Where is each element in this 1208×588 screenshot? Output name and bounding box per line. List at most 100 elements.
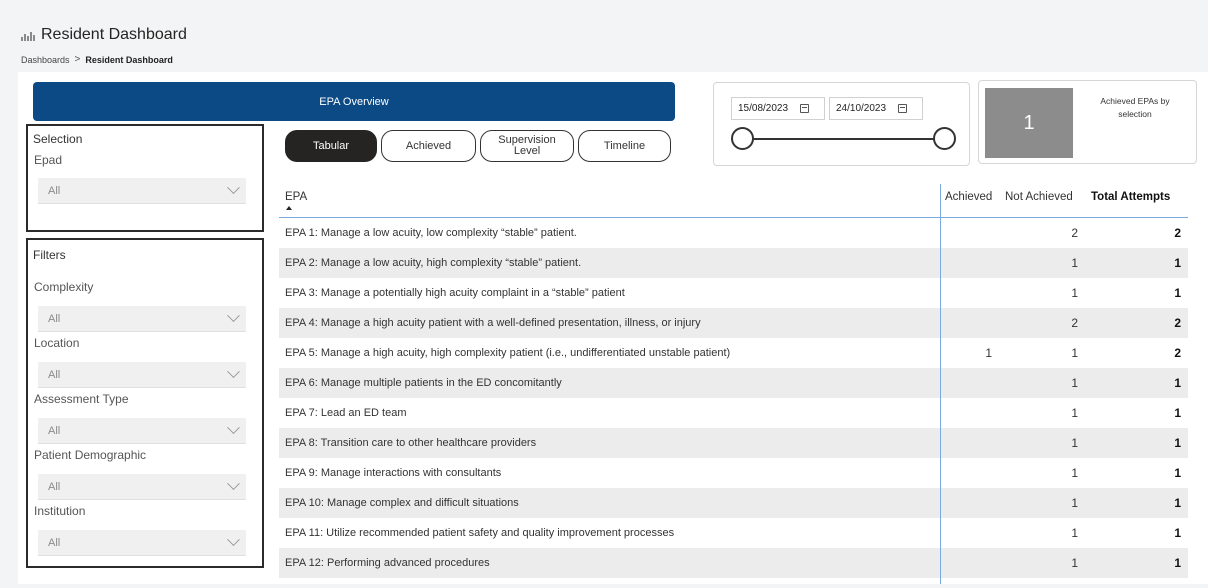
- end-date-value: 24/10/2023: [836, 103, 887, 114]
- epad-dropdown[interactable]: All: [38, 178, 246, 204]
- table-row[interactable]: EPA 4: Manage a high acuity patient with…: [279, 308, 1188, 338]
- date-slider-start-handle[interactable]: [731, 127, 754, 150]
- chevron-down-icon: [227, 477, 240, 491]
- assessment-type-label: Assessment Type: [34, 392, 129, 406]
- table-body: EPA 1: Manage a low acuity, low complexi…: [279, 218, 1188, 578]
- not-achieved-cell: 1: [1071, 526, 1078, 540]
- table-row[interactable]: EPA 12: Performing advanced procedures 1 1: [279, 548, 1188, 578]
- achieved-cell: [943, 458, 992, 488]
- total-attempts-cell: 2: [1174, 226, 1181, 240]
- achieved-cell: [943, 398, 992, 428]
- not-achieved-cell: 1: [1071, 436, 1078, 450]
- achieved-cell: [943, 308, 992, 338]
- patient-demographic-dropdown[interactable]: All: [38, 474, 246, 500]
- not-achieved-cell: 2: [1071, 226, 1078, 240]
- title-row: Resident Dashboard: [21, 26, 187, 44]
- location-dropdown[interactable]: All: [38, 362, 246, 388]
- table-row[interactable]: EPA 6: Manage multiple patients in the E…: [279, 368, 1188, 398]
- achieved-cell: [943, 488, 992, 518]
- date-slider-end-handle[interactable]: [933, 127, 956, 150]
- calendar-icon: [898, 104, 908, 113]
- epa-cell: EPA 6: Manage multiple patients in the E…: [285, 377, 562, 389]
- total-attempts-cell: 1: [1174, 256, 1181, 270]
- epa-cell: EPA 5: Manage a high acuity, high comple…: [285, 347, 731, 359]
- not-achieved-cell: 1: [1071, 496, 1078, 510]
- epa-cell: EPA 3: Manage a potentially high acuity …: [285, 287, 625, 299]
- total-attempts-cell: 1: [1174, 406, 1181, 420]
- not-achieved-cell: 1: [1071, 256, 1078, 270]
- complexity-dropdown[interactable]: All: [38, 306, 246, 332]
- tab-supervision-level[interactable]: Supervision Level: [480, 130, 574, 162]
- achieved-cell: [943, 368, 992, 398]
- table-row[interactable]: EPA 2: Manage a low acuity, high complex…: [279, 248, 1188, 278]
- table-row[interactable]: EPA 10: Manage complex and difficult sit…: [279, 488, 1188, 518]
- total-attempts-cell: 1: [1174, 526, 1181, 540]
- institution-label: Institution: [34, 504, 86, 518]
- epad-label: Epad: [34, 153, 63, 167]
- epa-cell: EPA 1: Manage a low acuity, low complexi…: [285, 227, 577, 239]
- start-date-input[interactable]: 15/08/2023: [731, 97, 825, 120]
- column-header-epa[interactable]: EPA: [285, 191, 307, 203]
- end-date-input[interactable]: 24/10/2023: [829, 97, 923, 120]
- chevron-down-icon: [227, 181, 240, 195]
- table-row[interactable]: EPA 1: Manage a low acuity, low complexi…: [279, 218, 1188, 248]
- achieved-epas-kpi-card: 1 Achieved EPAs by selection: [978, 80, 1197, 164]
- calendar-icon: [800, 104, 810, 113]
- total-attempts-cell: 1: [1174, 436, 1181, 450]
- total-attempts-cell: 1: [1174, 556, 1181, 570]
- patient-demographic-label: Patient Demographic: [34, 448, 147, 462]
- column-divider: [940, 184, 941, 584]
- institution-dropdown[interactable]: All: [38, 530, 246, 556]
- epa-cell: EPA 9: Manage interactions with consulta…: [285, 467, 502, 479]
- breadcrumb-separator: >: [74, 54, 81, 65]
- epa-cell: EPA 8: Transition care to other healthca…: [285, 437, 537, 449]
- total-attempts-cell: 1: [1174, 376, 1181, 390]
- total-attempts-cell: 1: [1174, 286, 1181, 300]
- complexity-label: Complexity: [34, 280, 94, 294]
- date-slider-track[interactable]: [744, 138, 944, 140]
- view-tabs: Tabular Achieved Supervision Level Timel…: [285, 130, 675, 162]
- achieved-cell: 1: [985, 346, 992, 360]
- column-header-total-attempts[interactable]: Total Attempts: [1091, 191, 1170, 203]
- achieved-cell: [943, 428, 992, 458]
- location-label: Location: [34, 336, 80, 350]
- not-achieved-cell: 1: [1071, 556, 1078, 570]
- not-achieved-cell: 2: [1071, 316, 1078, 330]
- chevron-down-icon: [227, 533, 240, 547]
- selection-panel: Selection Epad All: [26, 124, 264, 232]
- breadcrumb-current: Resident Dashboard: [85, 54, 173, 65]
- total-attempts-cell: 1: [1174, 466, 1181, 480]
- kpi-label: Achieved EPAs by selection: [1100, 96, 1170, 119]
- not-achieved-cell: 1: [1071, 376, 1078, 390]
- tab-achieved[interactable]: Achieved: [381, 130, 476, 162]
- chevron-down-icon: [227, 365, 240, 379]
- breadcrumb-dashboards[interactable]: Dashboards: [21, 55, 70, 65]
- filters-title: Filters: [33, 248, 66, 262]
- total-attempts-cell: 2: [1174, 346, 1181, 360]
- epa-cell: EPA 7: Lead an ED team: [285, 407, 407, 419]
- table-row[interactable]: EPA 9: Manage interactions with consulta…: [279, 458, 1188, 488]
- table-row[interactable]: EPA 11: Utilize recommended patient safe…: [279, 518, 1188, 548]
- complexity-dropdown-value: All: [48, 312, 61, 325]
- tab-timeline[interactable]: Timeline: [578, 130, 671, 162]
- chevron-down-icon: [227, 309, 240, 323]
- table-row[interactable]: EPA 8: Transition care to other healthca…: [279, 428, 1188, 458]
- start-date-value: 15/08/2023: [738, 103, 789, 114]
- sort-ascending-icon: [286, 206, 292, 210]
- page-title: Resident Dashboard: [41, 26, 187, 43]
- epa-cell: EPA 12: Performing advanced procedures: [285, 557, 490, 569]
- epa-cell: EPA 2: Manage a low acuity, high complex…: [285, 257, 582, 269]
- assessment-type-dropdown-value: All: [48, 424, 61, 437]
- column-header-not-achieved[interactable]: Not Achieved: [1005, 191, 1073, 203]
- assessment-type-dropdown[interactable]: All: [38, 418, 246, 444]
- not-achieved-cell: 1: [1071, 406, 1078, 420]
- tab-tabular[interactable]: Tabular: [285, 130, 377, 162]
- table-row[interactable]: EPA 7: Lead an ED team 1 1: [279, 398, 1188, 428]
- total-attempts-cell: 2: [1174, 316, 1181, 330]
- epa-overview-button[interactable]: EPA Overview: [33, 82, 675, 121]
- filters-panel: Filters Complexity All Location All Asse…: [26, 238, 264, 568]
- table-row[interactable]: EPA 5: Manage a high acuity, high comple…: [279, 338, 1188, 368]
- chevron-down-icon: [227, 421, 240, 435]
- table-row[interactable]: EPA 3: Manage a potentially high acuity …: [279, 278, 1188, 308]
- column-header-achieved[interactable]: Achieved: [945, 191, 992, 203]
